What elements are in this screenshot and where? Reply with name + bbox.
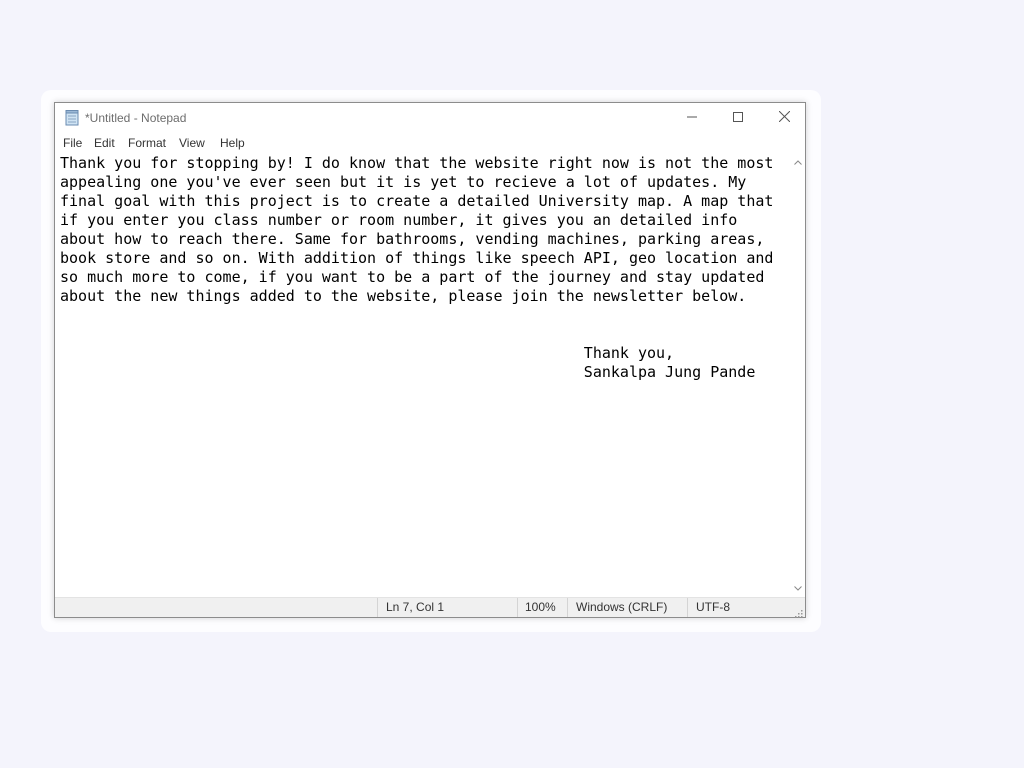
status-zoom: 100% [517, 598, 567, 617]
menu-format[interactable]: Format [128, 136, 166, 150]
minimize-icon [687, 109, 697, 127]
title-bar[interactable]: *Untitled - Notepad [55, 103, 805, 133]
menu-file[interactable]: File [63, 136, 82, 150]
maximize-button[interactable] [715, 103, 761, 133]
status-line-ending: Windows (CRLF) [567, 598, 687, 617]
window-title: *Untitled - Notepad [85, 111, 187, 125]
scroll-down-icon[interactable] [791, 581, 805, 595]
notepad-icon [65, 110, 79, 126]
menu-edit[interactable]: Edit [94, 136, 115, 150]
text-editor[interactable]: Thank you for stopping by! I do know tha… [55, 153, 791, 597]
resize-grip-icon[interactable] [793, 605, 803, 618]
status-bar: Ln 7, Col 1 100% Windows (CRLF) UTF-8 [55, 597, 805, 618]
close-icon [778, 109, 790, 127]
maximize-icon [733, 109, 743, 127]
minimize-button[interactable] [669, 103, 715, 133]
close-button[interactable] [761, 103, 807, 133]
menu-help[interactable]: Help [220, 136, 245, 150]
menu-bar: File Edit Format View Help [55, 133, 805, 153]
status-cursor-position: Ln 7, Col 1 [377, 598, 517, 617]
vertical-scrollbar[interactable] [791, 153, 805, 597]
scroll-up-icon[interactable] [791, 155, 805, 169]
notepad-window: *Untitled - Notepad File Edit Format Vie… [54, 102, 806, 618]
editor-content[interactable]: Thank you for stopping by! I do know tha… [60, 154, 773, 382]
menu-view[interactable]: View [179, 136, 205, 150]
status-encoding: UTF-8 [687, 598, 787, 617]
